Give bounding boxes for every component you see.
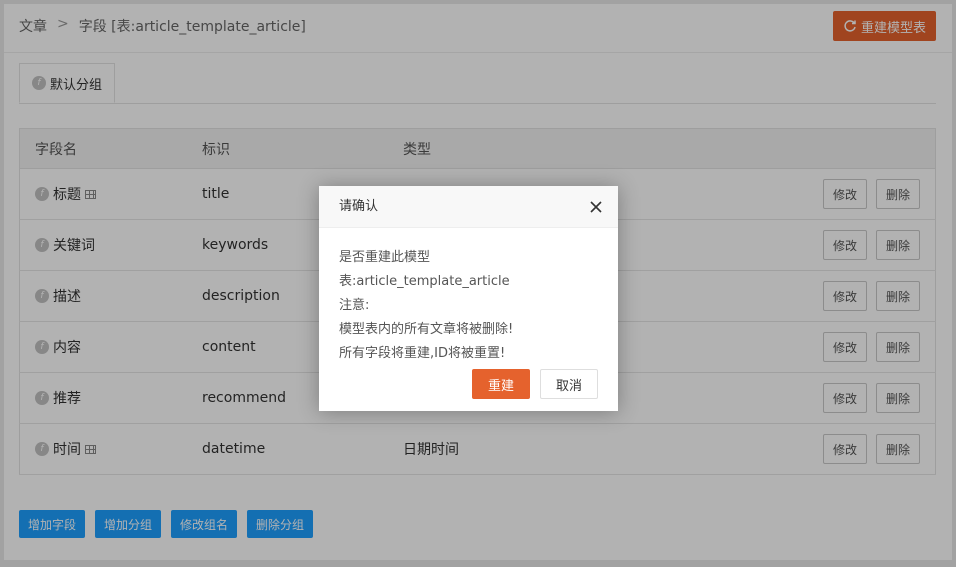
dialog-title: 请确认 <box>339 199 379 214</box>
close-icon[interactable] <box>588 199 604 215</box>
dialog-title-bar: 请确认 <box>319 186 618 228</box>
cancel-button[interactable]: 取消 <box>539 369 598 399</box>
dialog-body: 是否重建此模型表:article_template_article 注意: 模型… <box>319 228 618 366</box>
confirm-dialog: 请确认 是否重建此模型表:article_template_article 注意… <box>319 186 618 411</box>
dialog-message-line: 是否重建此模型表:article_template_article <box>339 250 510 289</box>
dialog-message-line: 注意: <box>339 298 370 313</box>
dialog-message-line: 所有字段将重建,ID将被重置! <box>339 346 506 361</box>
dialog-message-line: 模型表内的所有文章将被删除! <box>339 322 514 337</box>
dialog-buttons: 重建 取消 <box>471 369 598 399</box>
confirm-rebuild-button[interactable]: 重建 <box>471 369 530 399</box>
